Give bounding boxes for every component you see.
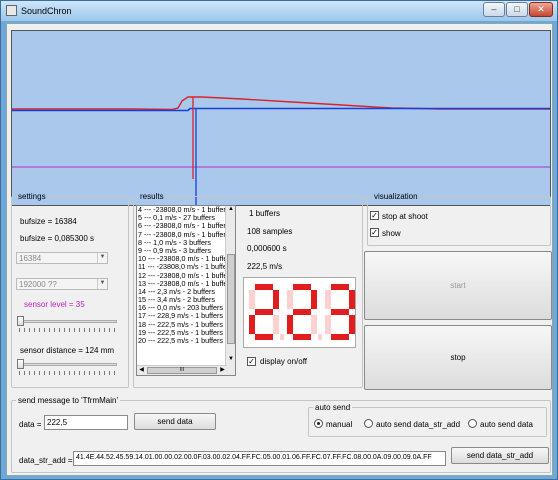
main-window: SoundChron – □ ✕ settings bufsize = 1638… (0, 0, 558, 480)
sensor-level-track[interactable] (17, 320, 117, 323)
segment-e (325, 315, 331, 334)
data-label: data = (19, 420, 42, 429)
show-label: show (382, 229, 401, 238)
samplerate-combo[interactable]: 192000 ?? ▼ (16, 278, 108, 290)
results-legend: results (140, 192, 164, 201)
client-area: settings bufsize = 16384 bufsize = 0,085… (6, 23, 553, 476)
chevron-down-icon: ▼ (97, 279, 107, 289)
red-trace (12, 96, 550, 111)
waveform-plot (11, 30, 551, 206)
sensor-distance-label: sensor distance = 124 mm (20, 346, 115, 355)
result-item[interactable]: 20 --- 222,5 m/s - 1 buffers (137, 336, 235, 345)
segment-d (331, 334, 349, 340)
data-str-add-input[interactable]: 41.4E.44.52.45.59.14.01.00.00.02.00.0F.0… (73, 451, 446, 466)
segment-c (349, 315, 355, 334)
samples-value: 108 samples (247, 227, 293, 236)
settings-legend: settings (18, 192, 46, 201)
start-button[interactable]: start (364, 251, 552, 320)
scroll-down-icon[interactable]: ▼ (227, 356, 235, 365)
segment-e (287, 315, 293, 334)
buffers-value: 1 buffers (249, 209, 280, 218)
results-vscroll[interactable]: ▲ ▼ (225, 206, 235, 375)
segment-b (311, 290, 317, 309)
time-value: 0,000600 s (247, 244, 287, 253)
minimize-button[interactable]: – (483, 2, 505, 17)
manual-label: manual (326, 420, 353, 429)
sensor-level-label: sensor level = 35 (24, 300, 85, 309)
segment-f (287, 290, 293, 309)
auto-send-str-label: auto send data_str_add (376, 420, 461, 429)
segment-c (273, 315, 279, 334)
send-data-str-add-button[interactable]: send data_str_add (451, 447, 549, 464)
bufsize-combo[interactable]: 16384 ▼ (16, 252, 108, 264)
seven-segment-display (243, 277, 360, 348)
segment-d (255, 334, 273, 340)
samplerate-combo-value: 192000 ?? (19, 280, 57, 289)
bufsize-seconds-label: bufsize = 0,085300 s (20, 234, 95, 243)
chevron-down-icon: ▼ (97, 253, 107, 263)
data-str-add-label: data_str_add = (19, 456, 73, 465)
segment-g (293, 309, 311, 315)
seven-segment-svg (249, 284, 360, 340)
stop-at-shoot-checkbox[interactable]: ✓ (370, 211, 379, 220)
auto-send-legend: auto send (315, 403, 351, 412)
segment-d (293, 334, 311, 340)
show-checkbox[interactable]: ✓ (370, 228, 379, 237)
hscroll-thumb[interactable]: III (147, 367, 217, 374)
sensor-level-thumb[interactable] (17, 316, 24, 326)
segment-a (293, 284, 311, 290)
stop-at-shoot-label: stop at shoot (382, 212, 428, 221)
waveform-svg (12, 96, 550, 205)
segment-g (331, 309, 349, 315)
segment-b (349, 290, 355, 309)
sensor-distance-ticks (19, 371, 117, 375)
scroll-right-icon[interactable]: ▶ (218, 366, 227, 375)
segment-a (331, 284, 349, 290)
sensor-distance-thumb[interactable] (17, 359, 24, 369)
auto-send-data-label: auto send data (480, 420, 533, 429)
segment-b (273, 290, 279, 309)
scroll-up-icon[interactable]: ▲ (227, 206, 235, 215)
scroll-thumb[interactable] (227, 254, 235, 344)
app-icon (6, 5, 17, 16)
auto-send-str-radio[interactable] (364, 419, 373, 428)
segment-g (255, 309, 273, 315)
results-hscroll[interactable]: ◀ III ▶ (137, 365, 227, 375)
segment-f (325, 290, 331, 309)
results-items: 4 --- -23808,0 m/s - 1 buffers 5 --- 0,1 … (137, 206, 235, 345)
sensor-level-ticks (19, 328, 117, 332)
results-list[interactable]: 4 --- -23808,0 m/s - 1 buffers 5 --- 0,1 … (136, 205, 236, 376)
manual-radio[interactable] (314, 419, 323, 428)
visualization-legend: visualization (374, 192, 418, 201)
window-title: SoundChron (21, 6, 72, 16)
send-message-legend: send message to 'TfrmMain' (18, 396, 118, 405)
sensor-distance-track[interactable] (17, 363, 117, 366)
display-toggle-checkbox[interactable]: ✓ (247, 357, 256, 366)
auto-send-data-radio[interactable] (468, 419, 477, 428)
scroll-left-icon[interactable]: ◀ (137, 366, 146, 375)
title-bar: SoundChron – □ ✕ (1, 1, 557, 21)
maximize-button[interactable]: □ (506, 2, 528, 17)
segment-e (249, 315, 255, 334)
decimal-point (318, 334, 322, 340)
segment-f (249, 290, 255, 309)
send-data-button[interactable]: send data (134, 413, 216, 430)
speed-value: 222,5 m/s (247, 262, 283, 271)
decimal-point (280, 334, 284, 340)
stop-button[interactable]: stop (364, 325, 552, 390)
data-input[interactable]: 222,5 (44, 415, 128, 430)
bufsize-combo-value: 16384 (19, 254, 42, 263)
close-button[interactable]: ✕ (529, 2, 553, 17)
segment-c (311, 315, 317, 334)
segment-a (255, 284, 273, 290)
display-toggle-label: display on/off (260, 357, 307, 366)
bufsize-samples-label: bufsize = 16384 (20, 217, 77, 226)
